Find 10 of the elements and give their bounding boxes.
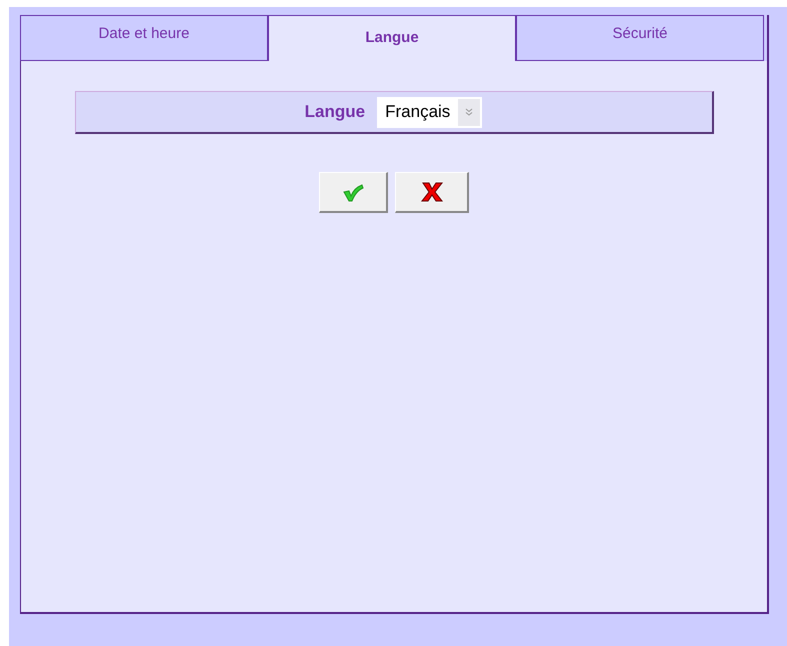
chevron-icon (458, 98, 480, 126)
language-label: Langue (304, 101, 366, 124)
tab[interactable]: Date et heure (20, 15, 268, 61)
confirm-button[interactable] (319, 172, 388, 213)
check-icon (342, 182, 364, 202)
language-dropdown[interactable]: Français (377, 96, 482, 128)
tab[interactable]: Sécurité (516, 15, 764, 61)
tab[interactable]: Langue (268, 15, 516, 61)
close-icon (420, 181, 444, 203)
cancel-button[interactable] (395, 172, 469, 213)
